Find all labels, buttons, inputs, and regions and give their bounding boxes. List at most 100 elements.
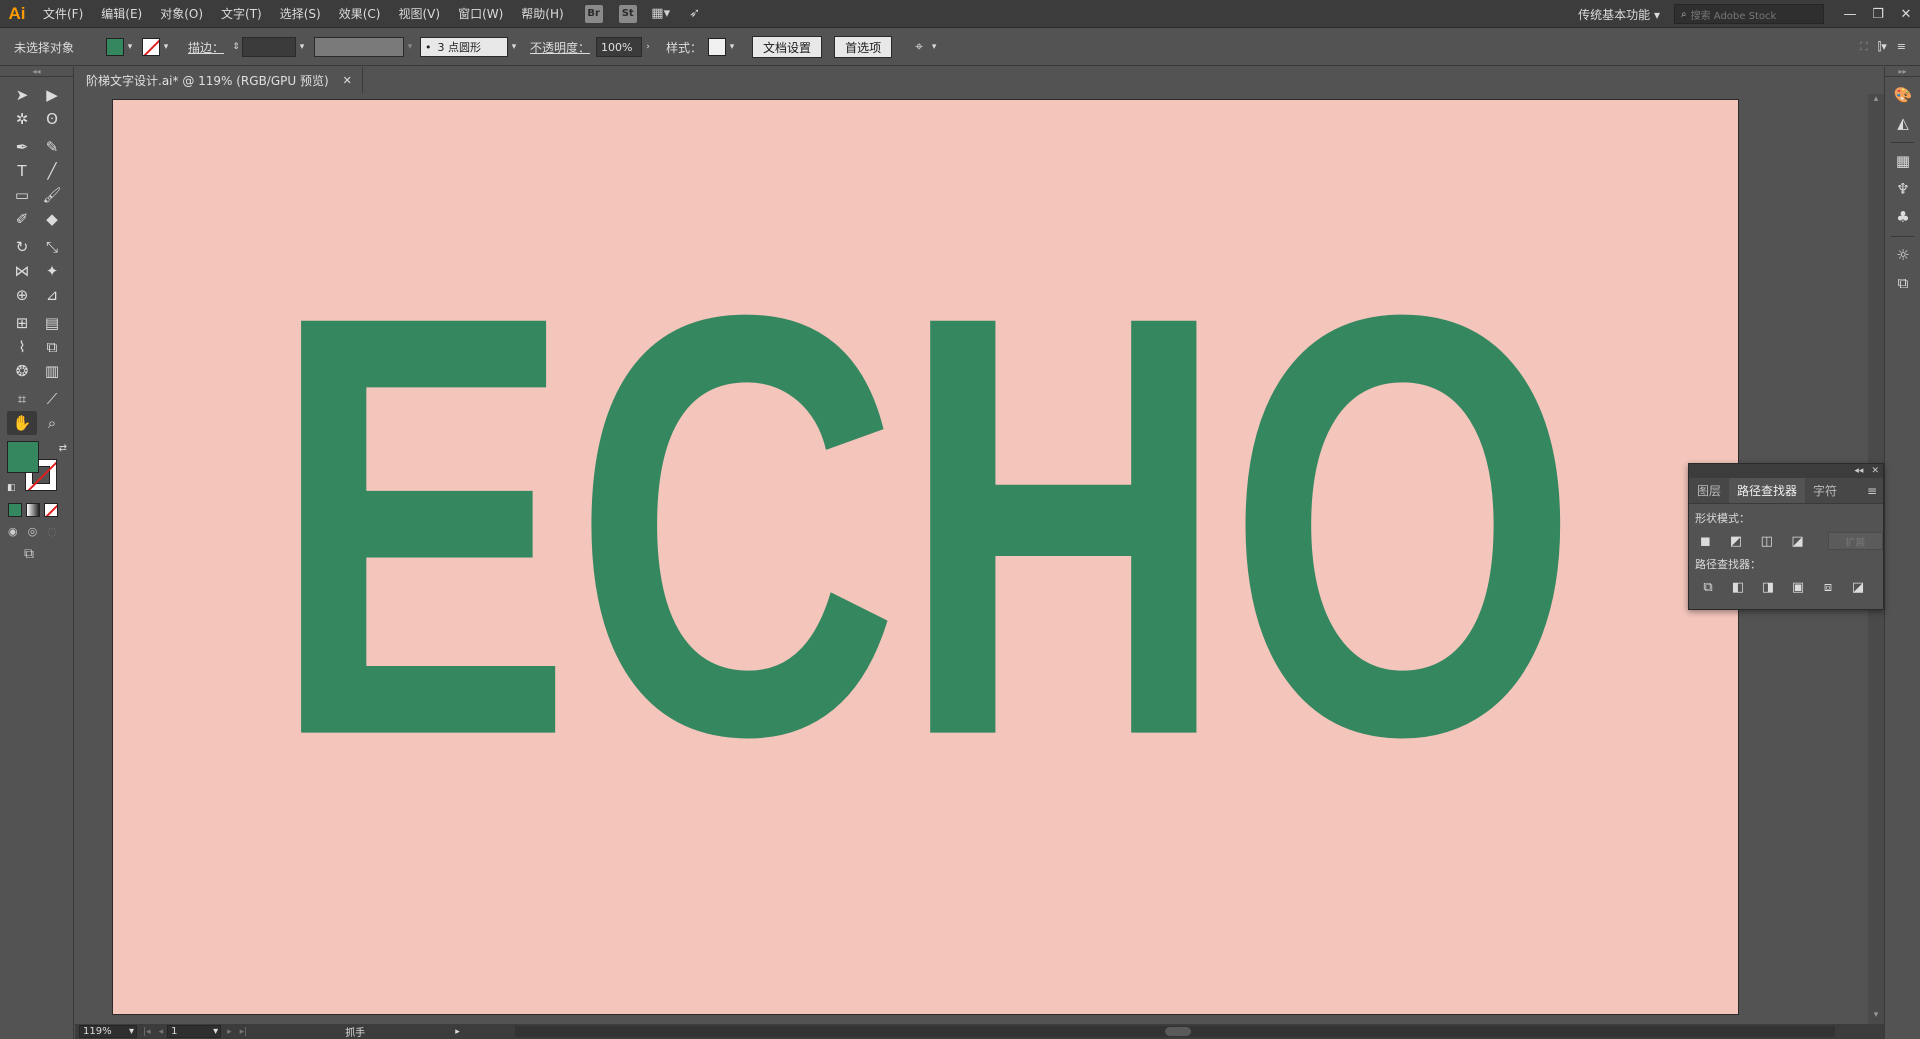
gradient-mode-icon[interactable] [26,503,40,517]
eyedropper-tool-icon[interactable]: ⌇ [7,335,37,359]
crop-icon[interactable]: ▣ [1787,578,1809,596]
panel-title-bar[interactable]: ◂◂ ✕ [1689,464,1883,478]
arrange-icon[interactable]: ⌖ [910,38,928,56]
trim-icon[interactable]: ◧ [1727,578,1749,596]
fill-color-box[interactable] [7,441,39,473]
headline-graphic[interactable]: ECHO [113,100,1738,1014]
paintbrush-tool-icon[interactable]: 🖌 [37,183,67,207]
none-mode-icon[interactable] [44,503,58,517]
restore-button[interactable]: ❐ [1864,0,1892,28]
menu-view[interactable]: 视图(V) [389,0,449,28]
status-menu-icon[interactable]: ▸ [455,1027,460,1037]
color-panel-icon[interactable]: 🎨 [1885,81,1920,109]
direct-selection-tool-icon[interactable]: ▶ [37,83,67,107]
tab-character[interactable]: 字符 [1805,478,1845,503]
slice-tool-icon[interactable]: ⟋ [37,387,67,411]
lasso-tool-icon[interactable]: ʘ [37,107,67,131]
pen-tool-icon[interactable]: ✒ [7,135,37,159]
stroke-weight-dropdown[interactable]: ▾ [296,38,308,56]
stock-search-input[interactable]: ⌕ 搜索 Adobe Stock [1674,4,1824,24]
close-window-button[interactable]: ✕ [1892,0,1920,28]
variable-width-profile[interactable] [314,37,405,57]
minimize-button[interactable]: — [1836,0,1864,28]
outline-icon[interactable]: ⧈ [1817,578,1839,596]
scale-tool-icon[interactable]: ⤡ [37,235,67,259]
menu-help[interactable]: 帮助(H) [512,0,572,28]
stroke-dropdown[interactable]: ▾ [160,38,172,56]
bridge-button[interactable]: Br [584,4,603,23]
panel-menu-icon[interactable]: ≡ [1897,40,1906,54]
panel-menu-icon[interactable]: ≡ [1867,478,1883,503]
menu-edit[interactable]: 编辑(E) [92,0,151,28]
preferences-button[interactable]: 首选项 [834,36,893,58]
stroke-weight-field[interactable] [242,37,297,57]
graphic-style-swatch[interactable] [708,38,727,56]
artboard-tool-icon[interactable]: ⌗ [7,387,37,411]
curvature-tool-icon[interactable]: ✎ [37,135,67,159]
toolbar-grip[interactable]: ◂◂ [0,67,73,77]
swap-fill-stroke-icon[interactable]: ⇄ [59,443,67,454]
scroll-down-icon[interactable]: ▾ [1868,1010,1884,1024]
collapse-panel-icon[interactable]: ◂◂ [1854,466,1863,476]
shape-builder-tool-icon[interactable]: ⊕ [7,283,37,307]
workspace-switcher[interactable]: 传统基本功能 ▾ [1578,6,1660,23]
selection-tool-icon[interactable]: ➤ [7,83,37,107]
headline-text[interactable]: ECHO [271,191,1579,860]
exclude-icon[interactable]: ◪ [1789,532,1806,550]
magic-wand-tool-icon[interactable]: ✲ [7,107,37,131]
horizontal-scrollbar[interactable] [515,1026,1835,1037]
arrange-documents-icon[interactable]: ▦▾ [651,5,671,23]
transform-icon[interactable]: ⛶ [1860,40,1868,54]
puppet-warp-tool-icon[interactable]: ✦ [37,259,67,283]
merge-icon[interactable]: ◨ [1757,578,1779,596]
document-tab[interactable]: 阶梯文字设计.ai* @ 119% (RGB/GPU 预览) ✕ [76,67,363,93]
previous-artboard-icon[interactable]: ◂ [155,1027,168,1037]
arrange-dropdown[interactable]: ▾ [928,38,940,56]
next-artboard-icon[interactable]: ▸ [223,1027,236,1037]
brush-definition[interactable]: • 3 点圆形 [420,37,509,57]
dock-grip[interactable]: ▸▸ [1885,67,1920,77]
color-guide-icon[interactable]: ◭ [1885,109,1920,137]
draw-inside-icon[interactable]: ◌ [47,525,57,538]
last-artboard-icon[interactable]: ▸| [236,1027,252,1037]
menu-effect[interactable]: 效果(C) [330,0,390,28]
perspective-grid-tool-icon[interactable]: ⊿ [37,283,67,307]
menu-type[interactable]: 文字(T) [212,0,271,28]
symbols-panel-icon[interactable]: ♣ [1885,203,1920,231]
menu-window[interactable]: 窗口(W) [449,0,512,28]
mesh-tool-icon[interactable]: ⊞ [7,311,37,335]
tab-pathfinder[interactable]: 路径查找器 [1729,478,1806,503]
appearance-panel-icon[interactable]: ☼ [1885,241,1920,269]
column-graph-tool-icon[interactable]: ▥ [37,359,67,383]
brush-dropdown[interactable]: ▾ [508,38,520,56]
first-artboard-icon[interactable]: |◂ [139,1027,155,1037]
opacity-arrow[interactable]: › [642,38,654,56]
close-panel-icon[interactable]: ✕ [1871,466,1879,476]
stroke-swatch[interactable] [142,38,160,56]
zoom-tool-icon[interactable]: ⌕ [37,411,67,435]
tab-layers[interactable]: 图层 [1689,478,1729,503]
profile-dropdown[interactable]: ▾ [404,38,416,56]
divide-icon[interactable]: ⧉ [1697,578,1719,596]
horizontal-scroll-thumb[interactable] [1165,1027,1191,1036]
document-setup-button[interactable]: 文档设置 [752,36,823,58]
scroll-up-icon[interactable]: ▴ [1868,94,1884,108]
graphic-style-dropdown[interactable]: ▾ [726,38,738,56]
menu-select[interactable]: 选择(S) [271,0,330,28]
fill-swatch[interactable] [106,38,124,56]
stroke-weight-stepper[interactable]: ⇕ [230,38,242,56]
screen-mode-icon[interactable]: ⧉ [24,546,73,562]
rotate-tool-icon[interactable]: ↻ [7,235,37,259]
close-tab-icon[interactable]: ✕ [343,74,352,87]
blend-tool-icon[interactable]: ⧉ [37,335,67,359]
line-segment-tool-icon[interactable]: ╱ [37,159,67,183]
stock-button[interactable]: St [618,4,637,23]
symbol-sprayer-tool-icon[interactable]: ❂ [7,359,37,383]
swatches-panel-icon[interactable]: ▦ [1885,147,1920,175]
draw-behind-icon[interactable]: ◎ [28,525,38,538]
minus-front-icon[interactable]: ◩ [1728,532,1745,550]
graphic-styles-panel-icon[interactable]: ⧉ [1885,269,1920,297]
menu-file[interactable]: 文件(F) [34,0,92,28]
gpu-performance-icon[interactable]: ➶ [685,5,705,23]
color-mode-icon[interactable] [8,503,22,517]
